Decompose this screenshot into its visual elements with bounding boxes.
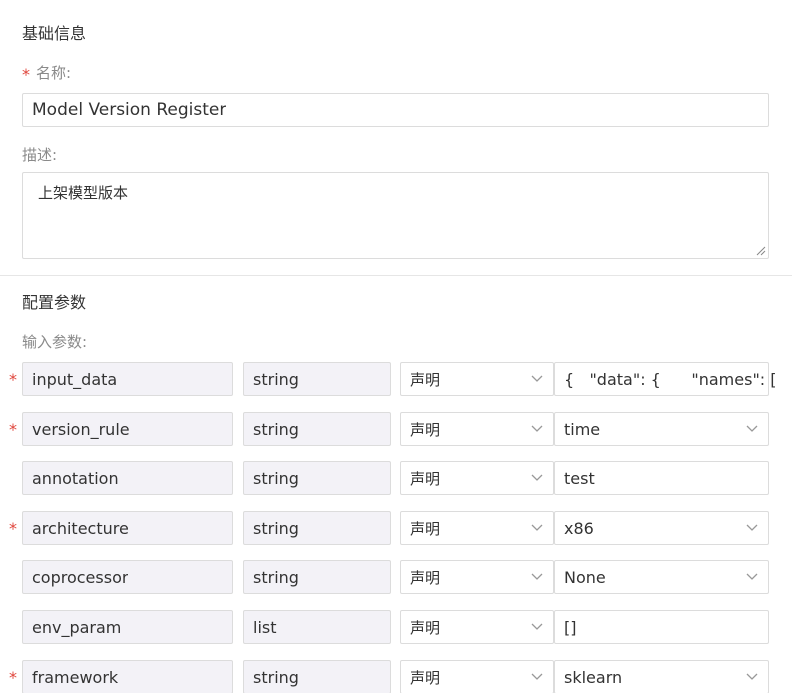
param-type: string	[253, 419, 299, 439]
form-page: 基础信息 * 名称: Model Version Register 描述: 上架…	[0, 0, 792, 693]
param-type-field[interactable]: string	[243, 560, 391, 594]
param-name-field[interactable]: annotation	[22, 461, 233, 495]
param-mode-select[interactable]: 声明	[400, 560, 554, 594]
param-mode-select[interactable]: 声明	[400, 412, 554, 446]
param-type-field[interactable]: list	[243, 610, 391, 644]
param-value: test	[564, 468, 595, 488]
param-mode-select[interactable]: 声明	[400, 461, 554, 495]
name-input-value: Model Version Register	[32, 100, 227, 120]
param-value: x86	[564, 518, 594, 538]
param-mode: 声明	[410, 370, 441, 389]
param-name-field[interactable]: version_rule	[22, 412, 233, 446]
name-label: 名称:	[36, 64, 72, 82]
config-title: 配置参数	[22, 293, 87, 312]
name-input[interactable]: Model Version Register	[22, 93, 769, 127]
param-name: coprocessor	[32, 567, 129, 587]
chevron-down-icon	[746, 673, 758, 680]
param-mode: 声明	[410, 519, 441, 538]
chevron-down-icon	[531, 474, 543, 481]
param-name-field[interactable]: env_param	[22, 610, 233, 644]
param-mode: 声明	[410, 618, 441, 637]
description-label: 描述:	[22, 146, 58, 164]
param-value: { "data": { "names": [	[564, 369, 777, 389]
param-value-select[interactable]: sklearn	[554, 660, 769, 693]
chevron-down-icon	[531, 623, 543, 630]
param-value-input[interactable]: test	[554, 461, 769, 495]
chevron-down-icon	[531, 425, 543, 432]
param-name: version_rule	[32, 419, 130, 439]
param-name: framework	[32, 667, 119, 687]
chevron-down-icon	[531, 673, 543, 680]
chevron-down-icon	[531, 573, 543, 580]
param-value: None	[564, 567, 606, 587]
param-value-input[interactable]: { "data": { "names": [	[554, 362, 777, 396]
required-marker: *	[9, 519, 17, 538]
param-value-select[interactable]: time	[554, 412, 769, 446]
chevron-down-icon	[746, 524, 758, 531]
description-value: 上架模型版本	[38, 184, 129, 202]
resize-handle-icon[interactable]	[754, 244, 766, 256]
chevron-down-icon	[531, 524, 543, 531]
param-type-field[interactable]: string	[243, 461, 391, 495]
param-value: []	[564, 617, 577, 637]
param-mode: 声明	[410, 568, 441, 587]
chevron-down-icon	[531, 375, 543, 382]
required-marker: *	[22, 65, 30, 84]
param-mode-select[interactable]: 声明	[400, 610, 554, 644]
param-value: sklearn	[564, 667, 623, 687]
param-value-select[interactable]: None	[554, 560, 769, 594]
param-name: env_param	[32, 617, 122, 637]
param-type: string	[253, 369, 299, 389]
param-type-field[interactable]: string	[243, 412, 391, 446]
param-mode: 声明	[410, 668, 441, 687]
param-mode-select[interactable]: 声明	[400, 362, 554, 396]
param-value-select[interactable]: x86	[554, 511, 769, 545]
param-name: architecture	[32, 518, 129, 538]
basic-info-title: 基础信息	[22, 24, 87, 43]
description-textarea[interactable]: 上架模型版本	[22, 172, 769, 259]
param-mode-select[interactable]: 声明	[400, 660, 554, 693]
chevron-down-icon	[746, 425, 758, 432]
param-type: string	[253, 667, 299, 687]
param-mode-select[interactable]: 声明	[400, 511, 554, 545]
param-type: list	[253, 617, 277, 637]
param-mode: 声明	[410, 469, 441, 488]
param-type: string	[253, 468, 299, 488]
param-type: string	[253, 567, 299, 587]
param-mode: 声明	[410, 420, 441, 439]
param-name: input_data	[32, 369, 118, 389]
param-name-field[interactable]: framework	[22, 660, 233, 693]
input-params-label: 输入参数:	[22, 333, 88, 351]
chevron-down-icon	[746, 573, 758, 580]
required-marker: *	[9, 668, 17, 687]
param-value-input[interactable]: []	[554, 610, 769, 644]
param-name-field[interactable]: coprocessor	[22, 560, 233, 594]
required-marker: *	[9, 420, 17, 439]
required-marker: *	[9, 370, 17, 389]
param-value: time	[564, 419, 601, 439]
param-name-field[interactable]: architecture	[22, 511, 233, 545]
param-name-field[interactable]: input_data	[22, 362, 233, 396]
section-divider	[0, 275, 792, 276]
param-type-field[interactable]: string	[243, 660, 391, 693]
param-type-field[interactable]: string	[243, 511, 391, 545]
param-type: string	[253, 518, 299, 538]
param-name: annotation	[32, 468, 119, 488]
param-type-field[interactable]: string	[243, 362, 391, 396]
